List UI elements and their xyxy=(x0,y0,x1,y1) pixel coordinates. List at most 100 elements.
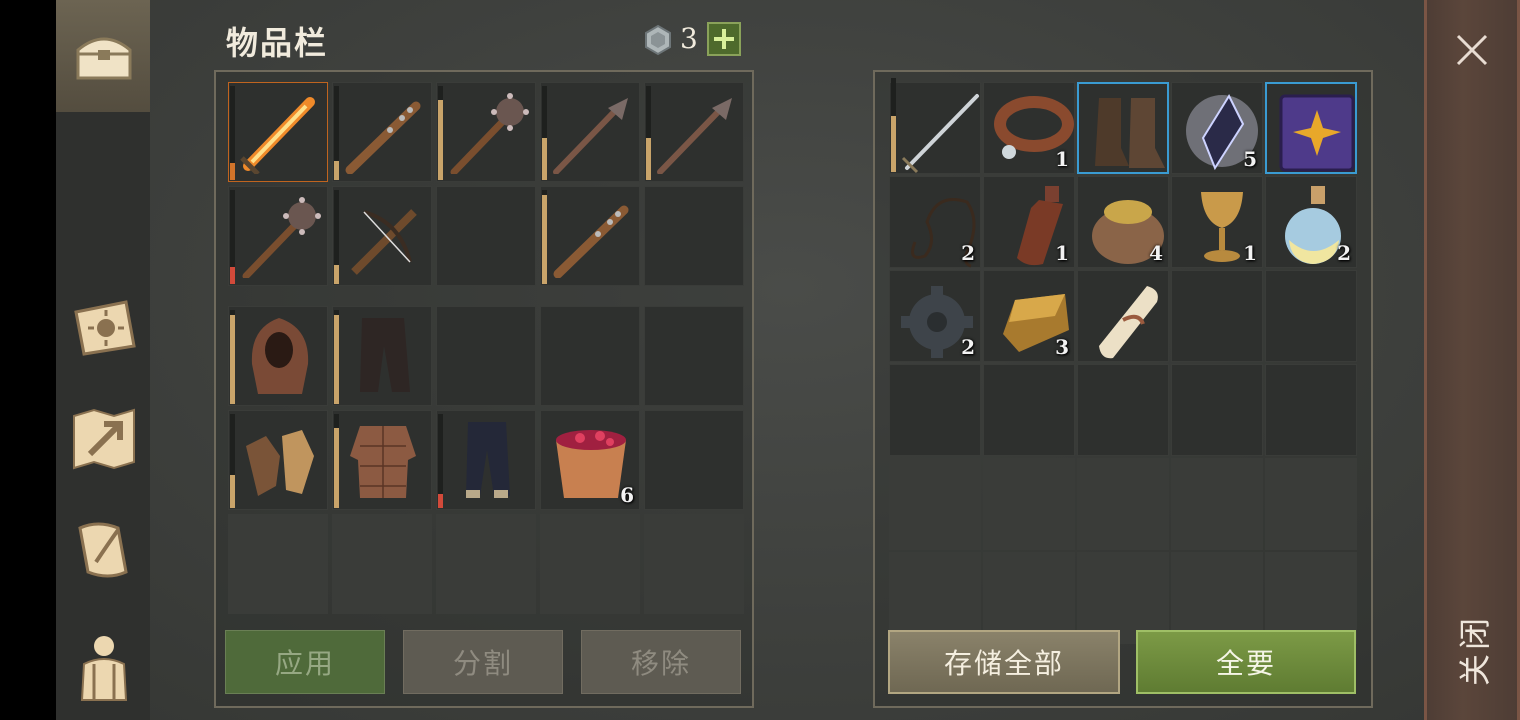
durability-bar xyxy=(334,265,339,284)
stack-count: 3 xyxy=(1055,335,1069,359)
empty-slot[interactable] xyxy=(1171,458,1263,550)
empty-slot[interactable] xyxy=(983,458,1075,550)
empty-slot[interactable] xyxy=(644,306,744,406)
empty-slot[interactable] xyxy=(436,186,536,286)
durability-bar xyxy=(230,314,235,404)
inventory-slot[interactable] xyxy=(1265,82,1357,174)
map-icon[interactable] xyxy=(64,398,144,478)
apply-button[interactable]: 应用 xyxy=(225,630,385,694)
stack-count: 2 xyxy=(961,241,975,265)
take-all-button[interactable]: 全要 xyxy=(1136,630,1356,694)
inventory-slot[interactable]: 1 xyxy=(983,176,1075,268)
inventory-slot[interactable] xyxy=(332,186,432,286)
stack-count: 5 xyxy=(1243,147,1257,171)
plus-icon xyxy=(714,29,734,49)
empty-slot[interactable] xyxy=(644,514,744,614)
empty-slot[interactable] xyxy=(1077,364,1169,456)
remove-button[interactable]: 移除 xyxy=(581,630,741,694)
empty-slot[interactable] xyxy=(983,364,1075,456)
spellbook-icon xyxy=(1279,94,1355,172)
spiked-club-icon xyxy=(553,205,629,278)
inventory-slot[interactable] xyxy=(436,410,536,510)
inventory-slot[interactable]: 5 xyxy=(1171,82,1263,174)
store-all-button[interactable]: 存储全部 xyxy=(888,630,1120,694)
empty-slot[interactable] xyxy=(228,514,328,614)
empty-slot[interactable] xyxy=(1077,458,1169,550)
empty-slot[interactable] xyxy=(644,186,744,286)
durability-track xyxy=(334,310,339,404)
crossbow-icon xyxy=(351,209,417,275)
inventory-slot[interactable]: 2 xyxy=(1265,176,1357,268)
inventory-slot[interactable] xyxy=(540,186,640,286)
durability-bar xyxy=(646,137,651,180)
inventory-slot[interactable] xyxy=(228,82,328,182)
inventory-slot[interactable] xyxy=(332,82,432,182)
durability-bar xyxy=(230,267,235,284)
inventory-slot[interactable] xyxy=(1077,82,1169,174)
durability-track xyxy=(334,190,339,284)
silver-coin-icon xyxy=(642,24,674,56)
inventory-slot[interactable] xyxy=(436,82,536,182)
empty-slot[interactable] xyxy=(1265,270,1357,362)
stack-count: 2 xyxy=(1337,241,1351,265)
inventory-slot[interactable]: 3 xyxy=(983,270,1075,362)
close-label[interactable]: 关闭 xyxy=(1450,614,1496,686)
inventory-slot[interactable] xyxy=(332,306,432,406)
dark-pants-icon xyxy=(466,422,510,498)
durability-track xyxy=(230,86,235,180)
sun-book-icon[interactable] xyxy=(64,286,144,366)
inventory-slot[interactable] xyxy=(1077,270,1169,362)
empty-slot[interactable] xyxy=(644,410,744,510)
inventory-slot[interactable]: 1 xyxy=(983,82,1075,174)
currency-amount: 3 xyxy=(680,22,698,55)
close-label-wrap: 关闭 xyxy=(1448,600,1498,700)
pants-icon xyxy=(360,318,410,392)
empty-slot[interactable] xyxy=(436,306,536,406)
quest-scroll-icon[interactable] xyxy=(64,510,144,590)
inventory-slot[interactable] xyxy=(228,186,328,286)
add-currency-button[interactable] xyxy=(707,22,741,56)
durability-track xyxy=(438,414,443,508)
durability-track xyxy=(334,414,339,508)
durability-bar xyxy=(334,161,339,180)
character-backpack-icon[interactable] xyxy=(64,626,144,706)
durability-track xyxy=(230,190,235,284)
empty-slot[interactable] xyxy=(1265,364,1357,456)
empty-slot[interactable] xyxy=(540,306,640,406)
fire-sword-icon xyxy=(240,97,315,174)
durability-track xyxy=(542,86,547,180)
boots-icon xyxy=(1095,98,1165,168)
stack-count: 2 xyxy=(961,335,975,359)
empty-slot[interactable] xyxy=(436,514,536,614)
empty-slot[interactable] xyxy=(889,458,981,550)
durability-bar xyxy=(542,194,547,284)
durability-track xyxy=(891,78,896,172)
empty-slot[interactable] xyxy=(540,514,640,614)
close-icon[interactable] xyxy=(1452,30,1492,70)
hood-icon xyxy=(251,318,309,394)
mace-icon xyxy=(657,98,732,174)
inventory-slot[interactable]: 2 xyxy=(889,176,981,268)
empty-slot[interactable] xyxy=(1171,364,1263,456)
durability-bar xyxy=(438,100,443,180)
chest-icon[interactable] xyxy=(64,16,144,96)
inventory-slot[interactable] xyxy=(228,410,328,510)
split-button[interactable]: 分割 xyxy=(403,630,563,694)
empty-slot[interactable] xyxy=(889,364,981,456)
empty-slot[interactable] xyxy=(1265,458,1357,550)
empty-slot[interactable] xyxy=(1171,270,1263,362)
inventory-slot[interactable] xyxy=(889,78,981,174)
mace-icon xyxy=(553,98,628,174)
durability-bar xyxy=(230,163,235,180)
inventory-slot[interactable]: 6 xyxy=(540,410,640,510)
inventory-slot[interactable] xyxy=(540,82,640,182)
inventory-slot[interactable] xyxy=(228,306,328,406)
empty-slot[interactable] xyxy=(332,514,432,614)
inventory-slot[interactable]: 4 xyxy=(1077,176,1169,268)
durability-track xyxy=(438,86,443,180)
inventory-slot[interactable] xyxy=(644,82,744,182)
inventory-slot[interactable]: 2 xyxy=(889,270,981,362)
inventory-slot[interactable]: 1 xyxy=(1171,176,1263,268)
durability-track xyxy=(230,310,235,404)
inventory-slot[interactable] xyxy=(332,410,432,510)
